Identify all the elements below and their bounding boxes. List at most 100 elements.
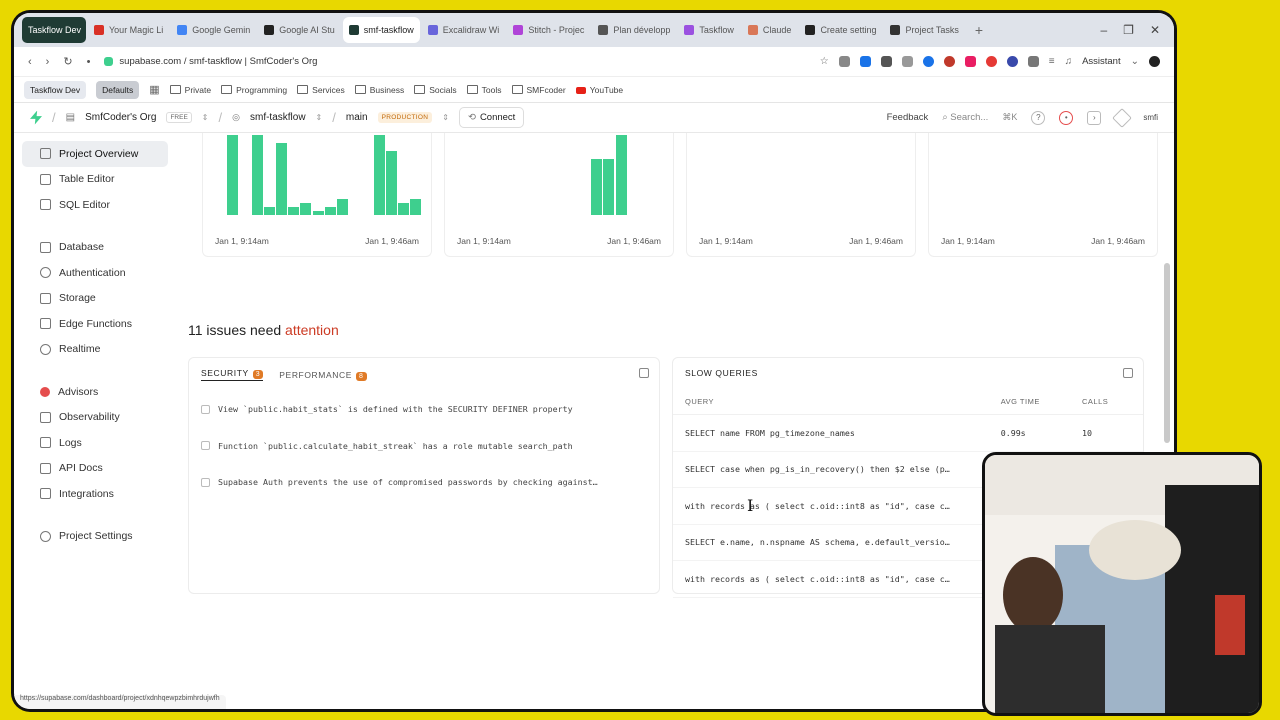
extension-icon[interactable]: [1027, 56, 1039, 67]
browser-tab[interactable]: Excalidraw Wi: [422, 17, 506, 43]
project-name[interactable]: smf-taskflow: [250, 112, 306, 123]
browser-tab[interactable]: Taskflow Dev: [22, 17, 86, 43]
issue-item[interactable]: View `public.habit_stats` is defined wit…: [189, 391, 659, 428]
apps-icon[interactable]: ▦: [149, 83, 159, 96]
menu-icon[interactable]: ≡: [1049, 56, 1055, 67]
bookmark-item[interactable]: Defaults: [96, 80, 140, 99]
chart-bar[interactable]: [312, 211, 324, 215]
chart-bar[interactable]: [276, 143, 287, 215]
sidebar-item-edge-functions[interactable]: Edge Functions: [22, 311, 168, 337]
bookmark-item[interactable]: Taskflow Dev: [24, 80, 87, 99]
extension-icon[interactable]: [1006, 56, 1018, 67]
browser-tab[interactable]: Stitch - Projec: [507, 17, 590, 43]
sidebar-item-sql-editor[interactable]: SQL Editor: [22, 192, 168, 218]
chart-bar[interactable]: [603, 159, 615, 215]
extension-icon[interactable]: [943, 56, 955, 67]
chart-bar[interactable]: [385, 151, 397, 215]
column-header-avg-time[interactable]: AVG TIME: [989, 397, 1082, 406]
sidebar-item-logs[interactable]: Logs: [22, 430, 168, 456]
chevron-down-icon[interactable]: ⌄: [1131, 56, 1139, 67]
bookmark-item[interactable]: Services: [297, 85, 345, 95]
column-header-calls[interactable]: CALLS: [1082, 397, 1131, 406]
chart-bar[interactable]: [337, 199, 348, 215]
chevron-updown-icon[interactable]: ⇕: [202, 113, 209, 122]
sidebar-item-integrations[interactable]: Integrations: [22, 481, 168, 507]
branch-name[interactable]: main: [346, 112, 368, 123]
search-input[interactable]: ⌕ Search...: [942, 112, 988, 123]
feedback-button[interactable]: Feedback: [887, 112, 929, 123]
extension-icon[interactable]: [880, 56, 892, 67]
chart-bar[interactable]: [263, 207, 275, 215]
sidebar-item-observability[interactable]: Observability: [22, 405, 168, 431]
browser-tab[interactable]: Plan développ: [592, 17, 676, 43]
chart-bar[interactable]: [288, 207, 300, 215]
back-icon[interactable]: ‹: [28, 56, 32, 68]
help-icon[interactable]: ?: [1031, 110, 1046, 125]
chart-bar[interactable]: [373, 135, 385, 215]
chevron-updown-icon[interactable]: ⇕: [316, 113, 323, 122]
chart-bar[interactable]: [410, 199, 422, 215]
org-name[interactable]: SmfCoder's Org: [85, 112, 156, 123]
browser-tab[interactable]: Taskflow: [678, 17, 740, 43]
assistant-icon[interactable]: [1112, 107, 1133, 128]
browser-tab[interactable]: Google AI Stu: [258, 17, 341, 43]
sidebar-item-storage[interactable]: Storage: [22, 286, 168, 312]
bookmark-item[interactable]: Socials: [414, 85, 456, 95]
chart-bar[interactable]: [398, 203, 409, 215]
chart-bar[interactable]: [615, 135, 627, 215]
bookmark-item[interactable]: Business: [355, 85, 405, 95]
microphone-icon[interactable]: •: [87, 56, 91, 68]
user-menu[interactable]: smfi: [1143, 113, 1158, 122]
extension-icon[interactable]: [859, 56, 871, 67]
issue-item[interactable]: Function `public.calculate_habit_streak`…: [189, 428, 659, 465]
issue-item[interactable]: Supabase Auth prevents the use of compro…: [189, 464, 659, 501]
browser-tab[interactable]: Google Gemin: [171, 17, 256, 43]
forward-icon[interactable]: ›: [46, 56, 50, 68]
url-field[interactable]: supabase.com / smf-taskflow | SmfCoder's…: [104, 56, 317, 67]
chart-bar[interactable]: [251, 135, 263, 215]
chevron-updown-icon[interactable]: ⇕: [442, 113, 449, 122]
new-tab-icon[interactable]: +: [975, 22, 983, 38]
profile-avatar[interactable]: [1149, 56, 1160, 67]
scrollbar[interactable]: [1164, 263, 1170, 443]
notifications-icon[interactable]: •: [1059, 110, 1074, 125]
sidebar-item-project-settings[interactable]: Project Settings: [22, 524, 168, 550]
column-header-query[interactable]: QUERY: [685, 397, 989, 406]
extension-icon[interactable]: [985, 56, 997, 67]
extension-icon[interactable]: [901, 56, 913, 67]
external-link-icon[interactable]: [639, 368, 649, 378]
sidebar-item-api-docs[interactable]: API Docs: [22, 456, 168, 482]
sidebar-item-advisors[interactable]: Advisors: [22, 379, 168, 405]
assistant-button[interactable]: Assistant: [1082, 56, 1121, 67]
table-row[interactable]: SELECT name FROM pg_timezone_names 0.99s 1…: [673, 415, 1143, 452]
sidebar-item-table-editor[interactable]: Table Editor: [22, 167, 168, 193]
browser-tab[interactable]: Project Tasks: [884, 17, 964, 43]
chart-bar[interactable]: [591, 159, 603, 215]
supabase-logo-icon[interactable]: [30, 110, 42, 125]
extension-icon[interactable]: [838, 56, 850, 67]
tab-security[interactable]: SECURITY 3: [201, 368, 264, 381]
browser-tab[interactable]: Your Magic Li: [88, 17, 169, 43]
sidebar-item-authentication[interactable]: Authentication: [22, 260, 168, 286]
sidebar-item-realtime[interactable]: Realtime: [22, 337, 168, 363]
chart-bar[interactable]: [300, 203, 312, 215]
tab-performance[interactable]: PERFORMANCE 8: [279, 370, 367, 381]
reload-icon[interactable]: ↻: [63, 55, 72, 68]
connect-button[interactable]: ⟲ Connect: [458, 107, 525, 128]
extension-icon[interactable]: [922, 56, 934, 67]
star-icon[interactable]: ☆: [820, 56, 829, 67]
chart-bar[interactable]: [324, 207, 336, 215]
sidebar-item-project-overview[interactable]: Project Overview: [22, 141, 168, 167]
minimize-icon[interactable]: –: [1100, 23, 1107, 37]
sidebar-item-database[interactable]: Database: [22, 235, 168, 261]
media-icon[interactable]: ♫: [1065, 56, 1073, 67]
extension-icon[interactable]: [964, 56, 976, 67]
close-icon[interactable]: ✕: [1150, 23, 1160, 37]
browser-tab[interactable]: Create setting: [799, 17, 882, 43]
bookmark-item[interactable]: Programming: [221, 85, 287, 95]
chart-bar[interactable]: [227, 135, 239, 215]
terminal-icon[interactable]: ›: [1087, 110, 1102, 125]
maximize-icon[interactable]: ❐: [1123, 23, 1134, 37]
browser-tab[interactable]: smf-taskflow: [342, 17, 420, 43]
bookmark-item[interactable]: Tools: [467, 85, 502, 95]
